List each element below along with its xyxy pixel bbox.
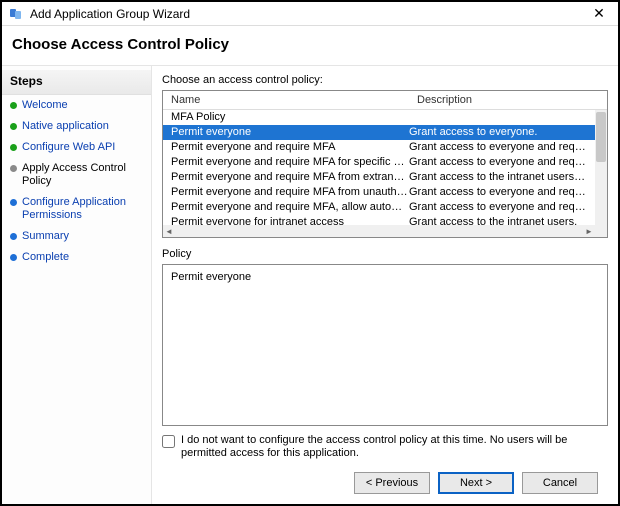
col-name[interactable]: Name xyxy=(163,91,409,109)
step-label[interactable]: Native application xyxy=(22,120,109,133)
policy-label: Policy xyxy=(162,248,608,260)
step-bullet-icon xyxy=(10,144,17,151)
app-icon xyxy=(8,6,24,22)
step-bullet-icon xyxy=(10,199,17,206)
policy-row[interactable]: Permit everyone for intranet accessGrant… xyxy=(163,215,595,225)
step-configure-application-permissions[interactable]: Configure Application Permissions xyxy=(2,192,151,226)
row-name: Permit everyone and require MFA, allow a… xyxy=(171,200,409,215)
step-apply-access-control-policy: Apply Access Control Policy xyxy=(2,158,151,192)
button-row: < Previous Next > Cancel xyxy=(162,466,608,504)
step-label[interactable]: Configure Web API xyxy=(22,141,115,154)
scroll-right-icon[interactable]: ► xyxy=(583,225,595,237)
policy-row[interactable]: Permit everyone and require MFA from una… xyxy=(163,185,595,200)
step-welcome[interactable]: Welcome xyxy=(2,95,151,116)
skip-row: I do not want to configure the access co… xyxy=(162,426,608,466)
row-name: Permit everyone and require MFA for spec… xyxy=(171,155,409,170)
cancel-button[interactable]: Cancel xyxy=(522,472,598,494)
row-description: Grant access to everyone and require MFA… xyxy=(409,200,587,215)
col-description[interactable]: Description xyxy=(409,91,595,109)
step-label: Apply Access Control Policy xyxy=(22,162,145,188)
row-name: Permit everyone and require MFA from ext… xyxy=(171,170,409,185)
step-bullet-icon xyxy=(10,102,17,109)
step-bullet-icon xyxy=(10,165,17,172)
main-panel: Choose an access control policy: Name De… xyxy=(152,66,618,504)
skip-label[interactable]: I do not want to configure the access co… xyxy=(181,434,608,460)
scroll-thumb[interactable] xyxy=(596,112,606,162)
row-name: Permit everyone and require MFA from una… xyxy=(171,185,409,200)
steps-title: Steps xyxy=(2,70,151,95)
policy-row[interactable]: Permit everyone and require MFA for spec… xyxy=(163,155,595,170)
body: Steps Welcome Native application Configure… xyxy=(2,65,618,504)
step-native-application[interactable]: Native application xyxy=(2,116,151,137)
step-bullet-icon xyxy=(10,123,17,130)
close-icon[interactable]: ✕ xyxy=(586,4,612,24)
row-name: Permit everyone and require MFA xyxy=(171,140,409,155)
row-description xyxy=(409,110,587,125)
step-label[interactable]: Complete xyxy=(22,251,69,264)
policy-preview-text: Permit everyone xyxy=(171,271,251,283)
page-header: Choose Access Control Policy xyxy=(2,26,618,65)
step-summary[interactable]: Summary xyxy=(2,226,151,247)
list-body: MFA PolicyPermit everyoneGrant access to… xyxy=(163,110,607,237)
titlebar: Add Application Group Wizard ✕ xyxy=(2,2,618,26)
row-description: Grant access to the intranet users. xyxy=(409,215,587,225)
row-description: Grant access to everyone and require MFA… xyxy=(409,155,587,170)
policy-row[interactable]: Permit everyone and require MFA, allow a… xyxy=(163,200,595,215)
step-label[interactable]: Configure Application Permissions xyxy=(22,196,145,222)
horizontal-scrollbar[interactable]: ◄ ► xyxy=(163,225,595,237)
window-title: Add Application Group Wizard xyxy=(30,7,586,21)
scroll-left-icon[interactable]: ◄ xyxy=(163,225,175,237)
step-label[interactable]: Summary xyxy=(22,230,69,243)
step-configure-web-api[interactable]: Configure Web API xyxy=(2,137,151,158)
policy-row[interactable]: Permit everyone and require MFA from ext… xyxy=(163,170,595,185)
row-description: Grant access to everyone. xyxy=(409,125,587,140)
step-label[interactable]: Welcome xyxy=(22,99,68,112)
row-description: Grant access to the intranet users and r… xyxy=(409,170,587,185)
page-title: Choose Access Control Policy xyxy=(12,36,608,53)
policy-prompt: Choose an access control policy: xyxy=(162,74,608,86)
row-name: Permit everyone for intranet access xyxy=(171,215,409,225)
steps-list: Welcome Native application Configure Web A… xyxy=(2,95,151,268)
step-bullet-icon xyxy=(10,254,17,261)
row-name: Permit everyone xyxy=(171,125,409,140)
policy-preview: Permit everyone xyxy=(162,264,608,426)
policy-row[interactable]: Permit everyoneGrant access to everyone. xyxy=(163,125,595,140)
steps-sidebar: Steps Welcome Native application Configure… xyxy=(2,66,152,504)
policy-list: Name Description MFA PolicyPermit everyo… xyxy=(162,90,608,238)
list-header: Name Description xyxy=(163,91,607,110)
row-name: MFA Policy xyxy=(171,110,409,125)
policy-row[interactable]: MFA Policy xyxy=(163,110,595,125)
wizard-window: Add Application Group Wizard ✕ Choose Ac… xyxy=(0,0,620,506)
next-button[interactable]: Next > xyxy=(438,472,514,494)
skip-checkbox[interactable] xyxy=(162,435,175,448)
vertical-scrollbar[interactable] xyxy=(595,110,607,225)
scroll-corner xyxy=(595,225,607,237)
row-description: Grant access to everyone and require MFA… xyxy=(409,185,587,200)
previous-button[interactable]: < Previous xyxy=(354,472,430,494)
policy-row[interactable]: Permit everyone and require MFAGrant acc… xyxy=(163,140,595,155)
step-complete[interactable]: Complete xyxy=(2,247,151,268)
row-description: Grant access to everyone and require MFA… xyxy=(409,140,587,155)
step-bullet-icon xyxy=(10,233,17,240)
